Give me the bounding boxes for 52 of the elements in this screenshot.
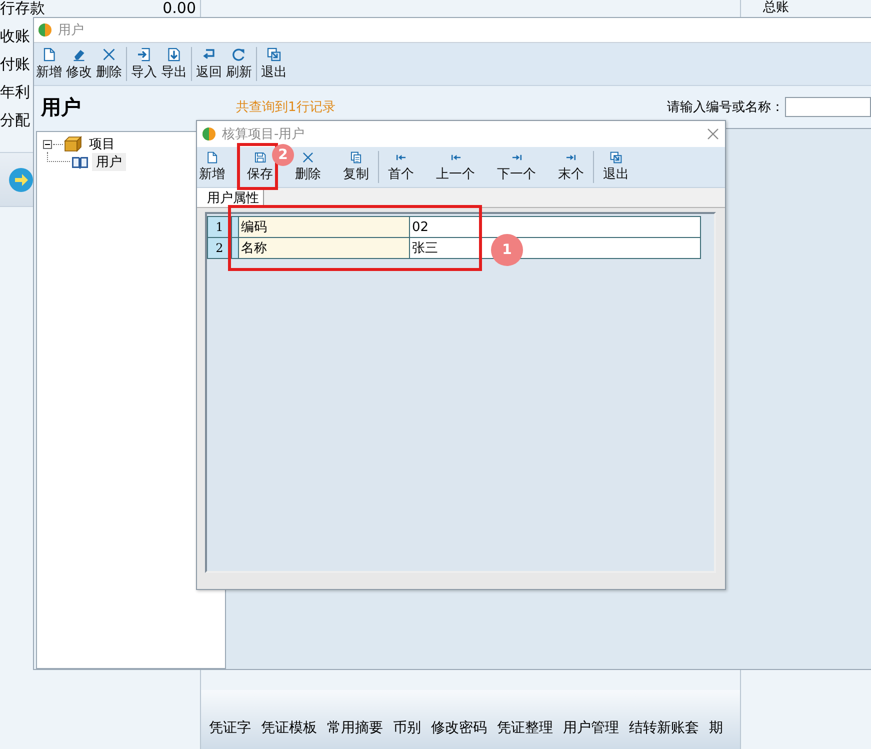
property-name: 名称	[238, 238, 410, 258]
menu-item[interactable]: 凭证字	[209, 719, 251, 737]
toolbar-button[interactable]: 导出	[161, 47, 187, 81]
account-label: 分配	[0, 110, 30, 130]
toolbar-button[interactable]: 下一个	[497, 151, 536, 183]
search-label: 请输入编号或名称：	[667, 99, 784, 116]
menu-item[interactable]: 常用摘要	[327, 719, 383, 737]
arrow-right-icon[interactable]	[9, 168, 33, 192]
book-icon	[71, 154, 89, 170]
toolbar-button[interactable]: 新增	[36, 47, 62, 81]
property-value[interactable]: 02	[410, 216, 700, 238]
tree-item[interactable]: 用户	[92, 153, 126, 171]
toolbar-button[interactable]: 删除	[96, 47, 122, 81]
tree-item[interactable]: 项目	[85, 135, 119, 153]
app-logo-icon	[38, 23, 52, 37]
account-label: 年利	[0, 82, 30, 102]
toolbar-button[interactable]: 退出	[603, 151, 629, 183]
box-icon	[64, 136, 82, 152]
menu-item[interactable]: 凭证整理	[497, 719, 553, 737]
toolbar-button[interactable]: 上一个	[436, 151, 475, 183]
toolbar-button[interactable]: 复制	[343, 151, 369, 183]
menu-item[interactable]: 凭证模板	[261, 719, 317, 737]
collapse-icon[interactable]	[43, 140, 52, 148]
search-field[interactable]	[785, 97, 871, 117]
account-label: 付账	[0, 54, 30, 74]
app-logo-icon	[202, 127, 216, 141]
close-icon[interactable]	[707, 128, 719, 140]
toolbar-button[interactable]: 保存	[247, 151, 273, 183]
toolbar-button[interactable]: 新增	[199, 151, 225, 183]
toolbar-button[interactable]: 修改	[66, 47, 92, 81]
menu-item[interactable]: 用户管理	[563, 719, 619, 737]
window-title: 用户	[58, 22, 84, 39]
toolbar-button[interactable]: 刷新	[226, 47, 252, 81]
tab[interactable]: 用户属性	[197, 188, 264, 207]
toolbar-button[interactable]: 返回	[196, 47, 222, 81]
toolbar-button[interactable]: 末个	[558, 151, 584, 183]
toolbar-button[interactable]: 退出	[261, 47, 287, 81]
property-name: 编码	[238, 216, 410, 238]
account-value: 0.00	[162, 0, 196, 17]
toolbar-button[interactable]: 删除	[295, 151, 321, 183]
account-label: 收账	[0, 26, 30, 46]
account-label: 行存款	[0, 0, 45, 18]
record-count: 共查询到1行记录	[236, 99, 336, 116]
ledger-label: 总账	[763, 0, 789, 15]
page-heading: 用户	[41, 94, 82, 120]
menu-item[interactable]: 币别	[393, 719, 421, 737]
menu-item[interactable]: 结转新账套	[629, 719, 699, 737]
toolbar-button[interactable]: 首个	[388, 151, 414, 183]
menu-item[interactable]: 修改密码	[431, 719, 487, 737]
menu-item[interactable]: 期	[709, 719, 723, 737]
toolbar-button[interactable]: 导入	[131, 47, 157, 81]
dialog-title: 核算项目-用户	[222, 126, 305, 143]
